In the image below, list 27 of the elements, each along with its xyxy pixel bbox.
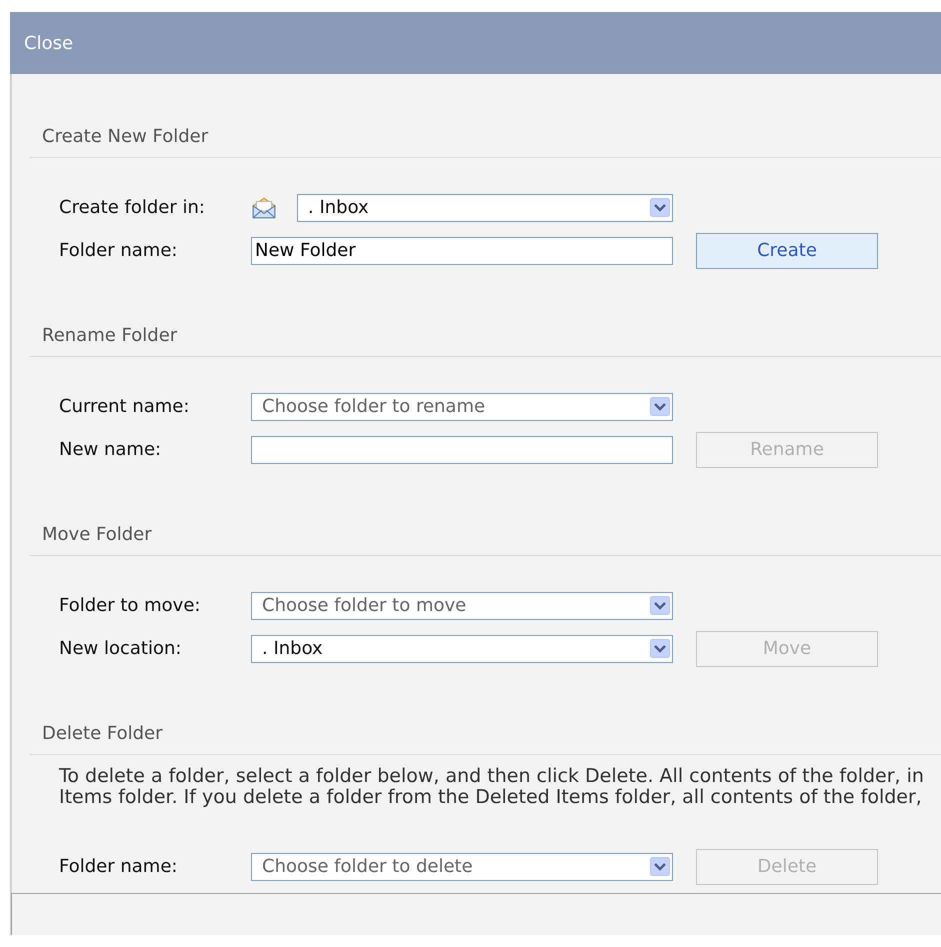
field-label: Folder name:	[59, 856, 178, 877]
field-label: Create folder in:	[59, 197, 206, 218]
section-heading: Delete Folder	[30, 722, 941, 755]
chevron-down-icon	[650, 596, 670, 615]
chevron-down-icon	[650, 198, 670, 217]
dropdown[interactable]: . Inbox	[297, 194, 673, 222]
description-text: Items folder. If you delete a folder from the Deleted Items folder, all contents of the folder,	[58, 787, 923, 808]
section-heading: Rename Folder	[30, 324, 941, 357]
chevron-down-icon	[650, 857, 670, 876]
dropdown[interactable]: Choose folder to rename	[251, 392, 673, 420]
action-button[interactable]: Create	[696, 232, 878, 268]
field-label: Current name:	[59, 396, 190, 417]
field-label: New location:	[59, 638, 182, 659]
dropdown[interactable]: Choose folder to delete	[251, 852, 673, 880]
section-heading: Create New Folder	[30, 125, 941, 158]
field-label: Folder to move:	[59, 595, 202, 616]
section-heading: Move Folder	[30, 523, 941, 556]
description-text: To delete a folder, select a folder below, and then click Delete. All contents of the folder, in	[58, 766, 925, 787]
chevron-down-icon	[650, 639, 670, 658]
envelope-icon	[251, 196, 277, 220]
dropdown[interactable]: . Inbox	[251, 634, 673, 662]
field-label: Folder name:	[59, 240, 178, 261]
text-field[interactable]	[251, 436, 673, 464]
text-field[interactable]: New Folder	[251, 236, 673, 264]
field-label: New name:	[59, 439, 162, 460]
dropdown[interactable]: Choose folder to move	[251, 592, 673, 620]
chevron-down-icon	[650, 397, 670, 416]
